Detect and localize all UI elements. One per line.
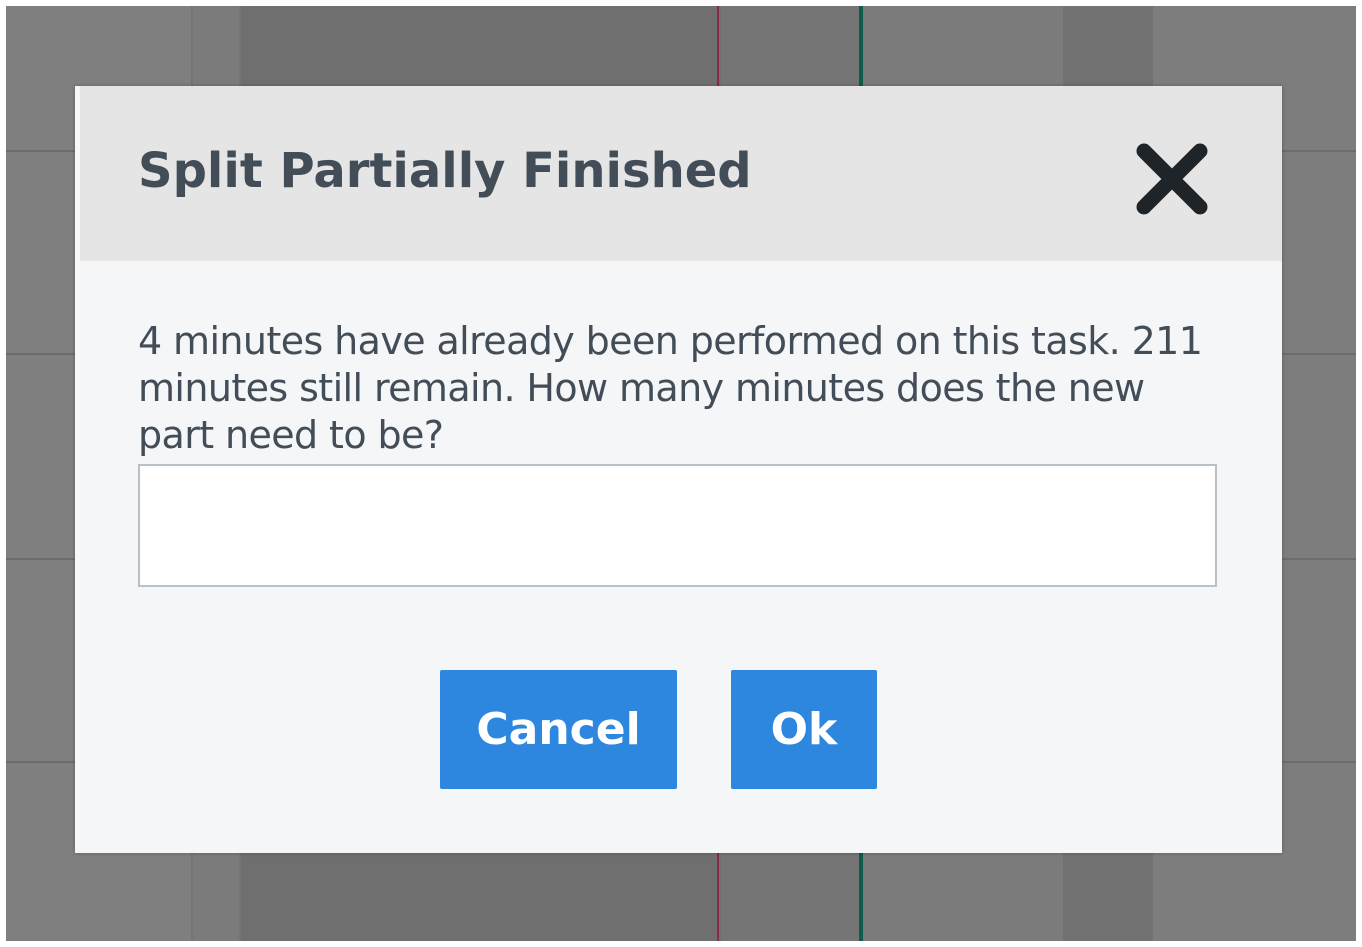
dialog-header: Split Partially Finished <box>80 86 1282 261</box>
ok-button[interactable]: Ok <box>731 670 877 789</box>
split-dialog: Split Partially Finished 4 minutes have … <box>75 86 1282 853</box>
dialog-prompt: 4 minutes have already been performed on… <box>138 319 1203 457</box>
dialog-title: Split Partially Finished <box>138 143 752 199</box>
screen: Split Partially Finished 4 minutes have … <box>0 0 1362 947</box>
close-icon <box>1132 139 1212 219</box>
dialog-body: 4 minutes have already been performed on… <box>138 318 1223 587</box>
cancel-button[interactable]: Cancel <box>440 670 677 789</box>
close-button[interactable] <box>1132 139 1212 219</box>
minutes-input[interactable] <box>138 464 1217 587</box>
